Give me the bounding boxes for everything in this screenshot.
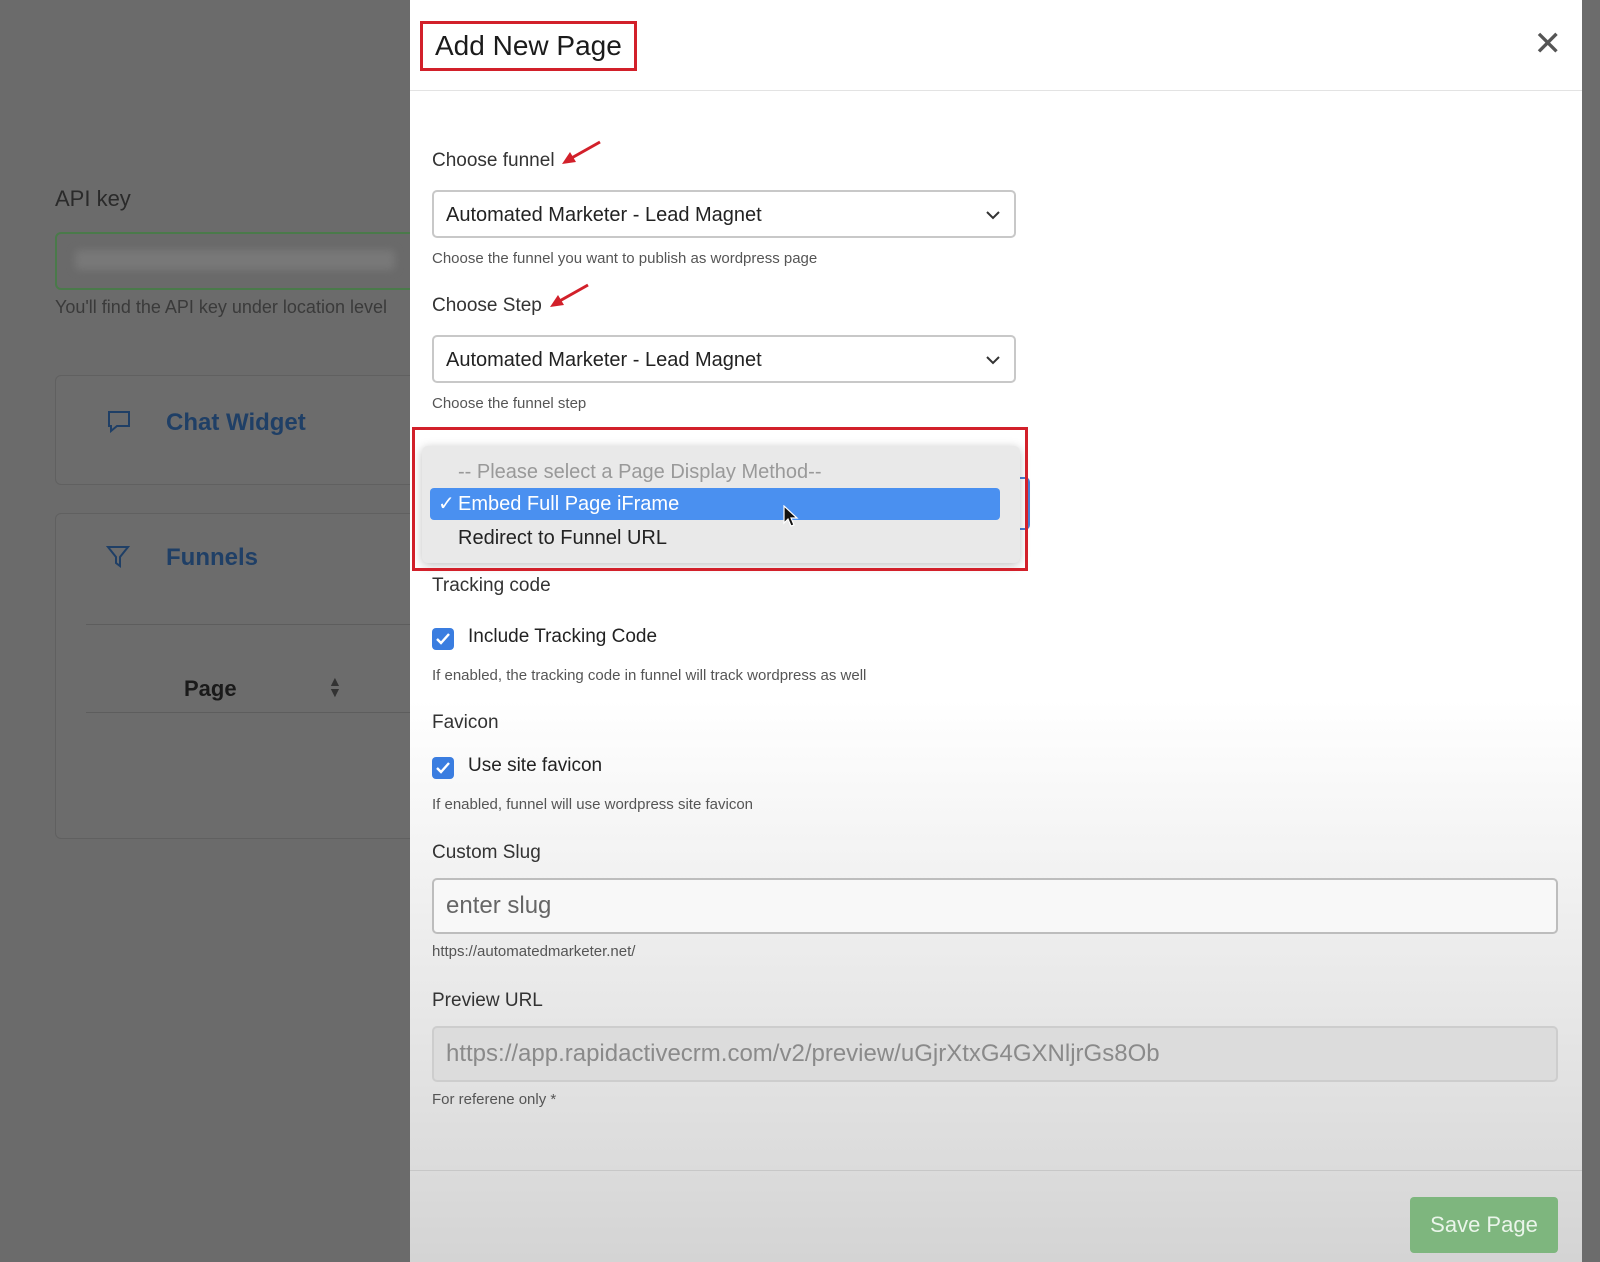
chevron-down-icon xyxy=(986,211,1000,220)
sort-icon[interactable]: ▲ ▼ xyxy=(328,674,342,699)
mouse-cursor-icon xyxy=(783,505,799,527)
modal-title: Add New Page xyxy=(420,21,637,71)
api-key-label: API key xyxy=(55,186,131,211)
favicon-help: If enabled, funnel will use wordpress si… xyxy=(432,796,754,813)
api-key-input[interactable] xyxy=(55,232,419,290)
include-tracking-checkbox[interactable] xyxy=(432,628,454,650)
preview-url-field: https://app.rapidactivecrm.com/v2/previe… xyxy=(432,1026,1558,1082)
choose-funnel-label: Choose funnel xyxy=(432,150,555,171)
api-key-help: You'll find the API key under location l… xyxy=(55,297,387,317)
check-icon xyxy=(436,633,450,645)
chevron-down-icon xyxy=(986,356,1000,365)
choose-step-select[interactable]: Automated Marketer - Lead Magnet xyxy=(432,335,1016,383)
tracking-help: If enabled, the tracking code in funnel … xyxy=(432,667,867,684)
close-icon[interactable]: ✕ xyxy=(1534,24,1563,64)
table-header-page[interactable]: Page xyxy=(184,676,237,702)
funnels-title[interactable]: Funnels xyxy=(166,544,258,572)
use-favicon-label[interactable]: Use site favicon xyxy=(468,755,602,777)
custom-slug-help: https://automatedmarketer.net/ xyxy=(432,943,636,960)
choose-funnel-value: Automated Marketer - Lead Magnet xyxy=(446,204,762,226)
favicon-label: Favicon xyxy=(432,712,499,733)
red-highlight-box xyxy=(412,427,1028,571)
modal-footer-divider xyxy=(410,1170,1582,1171)
choose-step-value: Automated Marketer - Lead Magnet xyxy=(446,349,762,371)
include-tracking-label[interactable]: Include Tracking Code xyxy=(468,626,657,648)
chat-icon xyxy=(106,408,132,439)
chat-widget-card[interactable]: Chat Widget xyxy=(55,375,427,485)
divider xyxy=(86,624,426,625)
choose-step-label: Choose Step xyxy=(432,295,542,316)
filter-icon xyxy=(105,544,131,575)
modal-header: Add New Page ✕ xyxy=(410,0,1582,91)
tracking-code-label: Tracking code xyxy=(432,575,551,596)
preview-url-help: For referene only * xyxy=(432,1091,557,1108)
background-right-edge xyxy=(1582,0,1600,1262)
preview-url-label: Preview URL xyxy=(432,990,543,1011)
red-arrow-icon xyxy=(562,140,601,164)
save-page-button[interactable]: Save Page xyxy=(1410,1197,1558,1253)
choose-step-help: Choose the funnel step xyxy=(432,395,587,412)
background-page: API key You'll find the API key under lo… xyxy=(0,0,427,1262)
check-icon xyxy=(436,762,450,774)
custom-slug-label: Custom Slug xyxy=(432,842,541,863)
add-page-modal: Add New Page ✕ Choose funnel Automated M… xyxy=(410,0,1582,1262)
choose-funnel-help: Choose the funnel you want to publish as… xyxy=(432,250,818,267)
chat-widget-title[interactable]: Chat Widget xyxy=(166,409,306,437)
use-favicon-checkbox[interactable] xyxy=(432,757,454,779)
custom-slug-input[interactable]: enter slug xyxy=(432,878,1558,934)
red-arrow-icon xyxy=(550,283,589,307)
blurred-api-key xyxy=(75,250,395,270)
choose-funnel-select[interactable]: Automated Marketer - Lead Magnet xyxy=(432,190,1016,238)
divider xyxy=(86,712,426,713)
funnels-card: Funnels Page ▲ ▼ xyxy=(55,513,427,839)
